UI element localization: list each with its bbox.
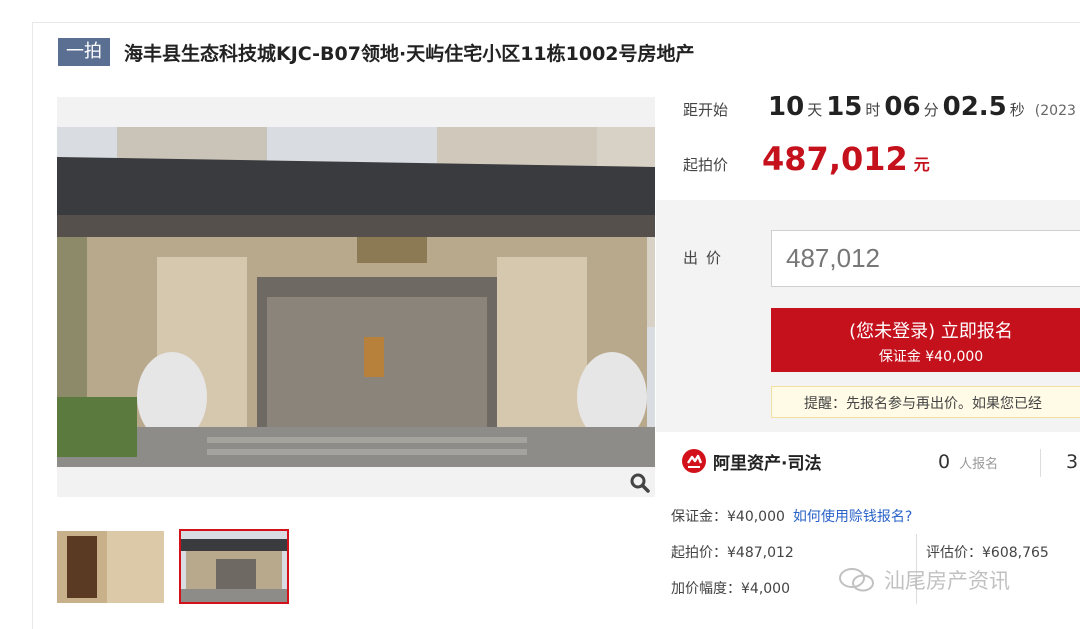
signup-count-value: 0 [938, 451, 951, 473]
countdown-hours: 15 [826, 92, 863, 122]
main-property-photo[interactable] [57, 97, 655, 497]
signup-button[interactable]: (您未登录) 立即报名 保证金 ¥40,000 [771, 308, 1080, 372]
deposit-row: 保证金：¥40,000 如何使用赊钱报名? [671, 506, 912, 526]
countdown-minutes: 06 [884, 92, 921, 122]
countdown-seconds: 02.5 [942, 92, 1007, 122]
zoom-button[interactable] [626, 469, 654, 497]
days-unit: 天 [807, 101, 823, 119]
minutes-unit: 分 [923, 101, 939, 119]
start-price-unit: 元 [913, 155, 930, 174]
signup-deposit-label: 保证金 ¥40,000 [878, 349, 984, 365]
stat-divider [1040, 449, 1041, 477]
hours-unit: 时 [865, 101, 881, 119]
bid-label: 出价 [683, 249, 730, 267]
page-title: 海丰县生态科技城KJC-B07领地·天屿住宅小区11栋1002号房地产 [124, 42, 695, 65]
info-appraisal: 评估价：¥608,765 [926, 545, 1049, 561]
countdown-label: 距开始 [683, 101, 729, 119]
magnifier-icon [630, 473, 650, 493]
brand-logo: 阿里资产·司法 [681, 448, 821, 474]
watermark: 汕尾房产资讯 [838, 565, 1010, 595]
interior-door-image [57, 531, 164, 603]
deposit-text: 保证金：¥40,000 [671, 509, 785, 525]
seconds-unit: 秒 [1009, 101, 1025, 119]
auction-round-tag: 一拍 [58, 38, 110, 66]
signup-count: 0 人报名 [938, 451, 998, 473]
deposit-help-link[interactable]: 如何使用赊钱报名? [793, 509, 912, 525]
property-gate-image [57, 97, 655, 497]
ali-assets-logo-icon [682, 449, 706, 473]
start-price-value: 487,012 [762, 140, 908, 178]
wechat-icon [839, 568, 874, 592]
reminder-notice: 提醒：先报名参与再出价。如果您已经 [771, 386, 1080, 418]
countdown: 距开始 10 天 15 时 06 分 02.5 秒 (2023 [683, 92, 1076, 122]
countdown-days: 10 [768, 92, 805, 122]
start-price-label: 起拍价 [683, 156, 729, 174]
second-stat-value: 3 [1066, 451, 1079, 473]
gate-thumbnail-image [181, 531, 287, 602]
watermark-text: 汕尾房产资讯 [884, 569, 1010, 593]
countdown-date-note: (2023 [1034, 103, 1076, 119]
title-row: 一拍 海丰县生态科技城KJC-B07领地·天屿住宅小区11栋1002号房地产 [58, 38, 695, 66]
brand-name: 阿里资产·司法 [713, 453, 822, 474]
thumbnail-1[interactable] [57, 531, 164, 603]
info-increment: 加价幅度：¥4,000 [671, 581, 790, 597]
thumbnail-2-selected[interactable] [179, 529, 289, 604]
signup-count-unit: 人报名 [959, 457, 999, 472]
info-start-price: 起拍价：¥487,012 [671, 545, 794, 561]
signup-button-label: (您未登录) 立即报名 [849, 321, 1013, 342]
start-price: 起拍价 487,012 元 [683, 140, 930, 178]
bid-input[interactable] [771, 230, 1080, 287]
